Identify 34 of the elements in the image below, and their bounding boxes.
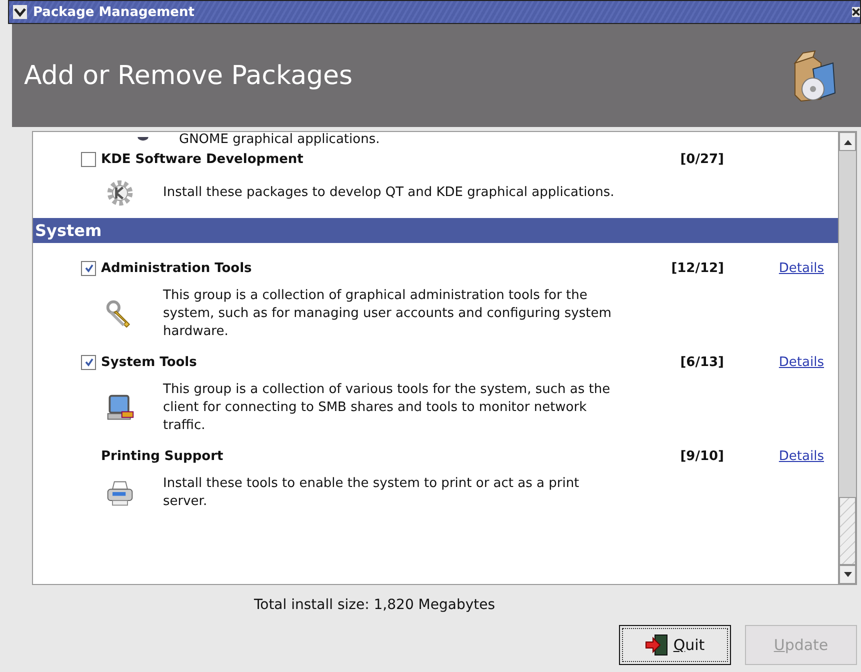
checkbox[interactable] <box>81 152 96 166</box>
exit-door-icon <box>645 634 670 656</box>
close-icon[interactable] <box>852 7 860 17</box>
group-description: This group is a collection of various tools for the system, such as the client for connecting to SMB shares and tools to monitor network traffic. <box>163 381 612 435</box>
window-menu-icon[interactable] <box>13 5 27 19</box>
package-box-icon <box>793 48 837 102</box>
scroll-thumb[interactable] <box>839 497 856 565</box>
details-link[interactable]: Details <box>778 354 824 370</box>
package-count: [9/10] <box>679 448 724 464</box>
checkmark-icon <box>84 357 94 367</box>
quit-button[interactable]: Quit <box>619 625 731 665</box>
group-description: Install these packages to develop QT and KDE graphical applications. <box>163 184 616 202</box>
total-install-size: Total install size: 1,820 Megabytes <box>252 596 496 615</box>
package-count: [12/12] <box>670 260 724 276</box>
group-name: Administration Tools <box>101 260 253 276</box>
scroll-up-icon[interactable] <box>844 138 852 144</box>
package-count: [0/27] <box>679 152 724 166</box>
details-link[interactable]: Details <box>778 260 824 276</box>
window-title: Package Management <box>33 4 196 20</box>
group-description: GNOME graphical applications. <box>179 132 380 148</box>
group-name: System Tools <box>101 354 198 370</box>
checkbox[interactable] <box>81 354 96 370</box>
header-title: Add or Remove Packages <box>24 60 353 90</box>
group-description: Install these tools to enable the system to print or act as a print server. <box>163 475 580 511</box>
scroll-down-icon[interactable] <box>844 572 852 578</box>
group-name: KDE Software Development <box>101 152 304 166</box>
scrollbar[interactable] <box>838 132 856 584</box>
package-count: [6/13] <box>679 354 724 370</box>
category-header: System <box>33 218 838 243</box>
group-description: This group is a collection of graphical administration tools for the system, such as for managing user accounts and configuring system hardware. <box>163 287 612 341</box>
details-link[interactable]: Details <box>778 448 824 464</box>
checkbox[interactable] <box>81 260 96 276</box>
group-name: Printing Support <box>101 448 224 464</box>
checkmark-icon <box>84 263 94 273</box>
